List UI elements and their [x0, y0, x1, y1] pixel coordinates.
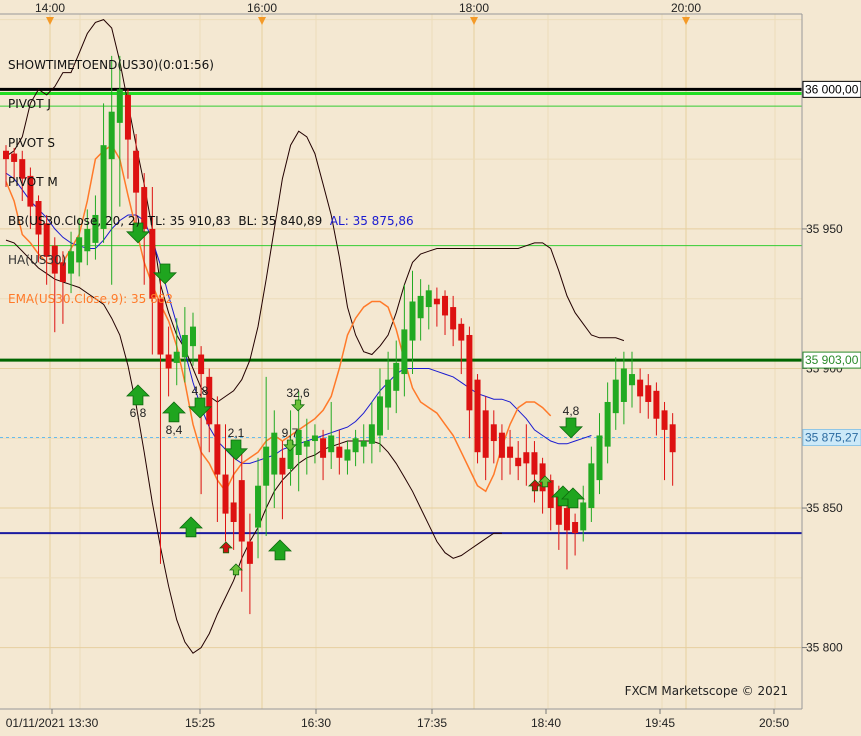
- candle-body: [620, 368, 627, 402]
- candle-body: [458, 323, 465, 341]
- top-time-label: 20:00: [671, 1, 701, 15]
- bottom-time-label: 18:40: [531, 716, 561, 730]
- candle-body: [466, 334, 473, 411]
- candle-body: [450, 307, 457, 330]
- price-tag-text: 35 875,27: [805, 431, 859, 445]
- candle-body: [417, 295, 424, 319]
- candle-body: [637, 379, 644, 397]
- candle-body: [563, 508, 570, 531]
- candle-body: [474, 379, 481, 453]
- candle-body: [498, 432, 505, 458]
- candle-body: [401, 329, 408, 375]
- candle-body: [238, 480, 245, 542]
- candle-body: [376, 396, 383, 436]
- candle-body: [271, 432, 278, 475]
- top-axis-band: [0, 0, 861, 14]
- candle-body: [344, 449, 351, 461]
- candle-body: [425, 290, 432, 308]
- candle-body: [303, 441, 310, 447]
- top-time-label: 16:00: [247, 1, 277, 15]
- candle-body: [588, 463, 595, 509]
- top-time-label: 14:00: [35, 1, 65, 15]
- legend-pivot-s: PIVOT S: [8, 136, 55, 150]
- candle-body: [368, 424, 375, 444]
- bottom-time-label: 20:50: [759, 716, 789, 730]
- candle-body: [507, 446, 514, 458]
- candle-body: [612, 379, 619, 414]
- candle-body: [547, 480, 554, 509]
- bottom-time-label: 16:30: [301, 716, 331, 730]
- candle-body: [279, 457, 286, 475]
- candle-body: [515, 457, 522, 467]
- candle-body: [336, 446, 343, 458]
- legend-bb: BB(US30.Close, 20, 2) TL: 35 910,83 BL: …: [8, 215, 414, 228]
- candle-body: [198, 354, 205, 375]
- price-label: 35 950: [806, 222, 843, 236]
- candle-body: [328, 435, 335, 453]
- candle-body: [263, 446, 270, 486]
- candle-body: [393, 362, 400, 391]
- price-tag-text: 36 000,00: [805, 82, 859, 96]
- pivot-price-tag: 35 903,00: [802, 351, 861, 369]
- legend-bb-text: BB(US30.Close, 20, 2) TL: 35 910,83 BL: …: [8, 214, 330, 228]
- candle-body: [442, 295, 449, 316]
- candle-body: [230, 502, 237, 522]
- indicator-legend: SHOWTIMETOEND(US30)(0:01:56) PIVOT J PIV…: [8, 33, 414, 319]
- legend-ha: HA(US30): [8, 253, 67, 267]
- price-tag-text: 35 903,00: [805, 353, 859, 367]
- candle-body: [433, 298, 440, 305]
- legend-bb-al: AL: 35 875,86: [329, 214, 414, 228]
- current-price-tag: 35 875,27: [802, 429, 861, 447]
- candle-body: [214, 424, 221, 475]
- candle-body: [653, 390, 660, 419]
- candle-body: [661, 410, 668, 430]
- bottom-time-label: 17:35: [417, 716, 447, 730]
- candle-body: [523, 452, 530, 464]
- price-label: 35 850: [806, 501, 843, 515]
- candle-body: [360, 441, 367, 447]
- signal-label: 8,4: [166, 423, 183, 437]
- candle-body: [320, 438, 327, 458]
- legend-pivot-j: PIVOT J: [8, 97, 51, 111]
- candle-body: [629, 374, 636, 386]
- candle-body: [181, 334, 188, 358]
- candle-body: [580, 502, 587, 531]
- bottom-time-label: 19:45: [645, 716, 675, 730]
- candle-body: [173, 351, 180, 363]
- legend-showtimetoend: SHOWTIMETOEND(US30)(0:01:56): [8, 58, 214, 72]
- top-time-label: 18:00: [459, 1, 489, 15]
- copyright: FXCM Marketscope © 2021: [624, 684, 788, 698]
- candle: [474, 374, 481, 464]
- candle-body: [490, 424, 497, 442]
- signal-label: 4,8: [192, 384, 209, 398]
- candle-body: [311, 435, 318, 442]
- signal-label: 6,8: [130, 406, 147, 420]
- signal-label: 32,6: [286, 386, 310, 400]
- pivot-j-price-tag: 36 000,00: [802, 80, 861, 98]
- candle-body: [604, 401, 611, 447]
- candle-body: [189, 326, 196, 347]
- candle-body: [352, 438, 359, 453]
- candle-body: [222, 474, 229, 514]
- bottom-time-label: 01/11/2021 13:30: [6, 716, 99, 730]
- legend-pivot-m: PIVOT M: [8, 175, 58, 189]
- legend-ema: EMA(US30.Close,9): 35 882: [8, 292, 173, 306]
- candle-body: [246, 541, 253, 564]
- candle-body: [572, 521, 579, 534]
- candle-body: [482, 410, 489, 458]
- candle-body: [385, 379, 392, 408]
- candle-body: [645, 385, 652, 402]
- signal-label: 2,1: [228, 426, 245, 440]
- signal-label: 9,7: [282, 426, 299, 440]
- candle-body: [165, 354, 172, 369]
- candle-body: [596, 435, 603, 481]
- signal-label: 4,8: [563, 404, 580, 418]
- price-label: 35 800: [806, 641, 843, 655]
- candle-body: [531, 452, 538, 475]
- candle-body: [669, 424, 676, 453]
- candle-body: [255, 485, 262, 528]
- bottom-time-label: 15:25: [185, 716, 215, 730]
